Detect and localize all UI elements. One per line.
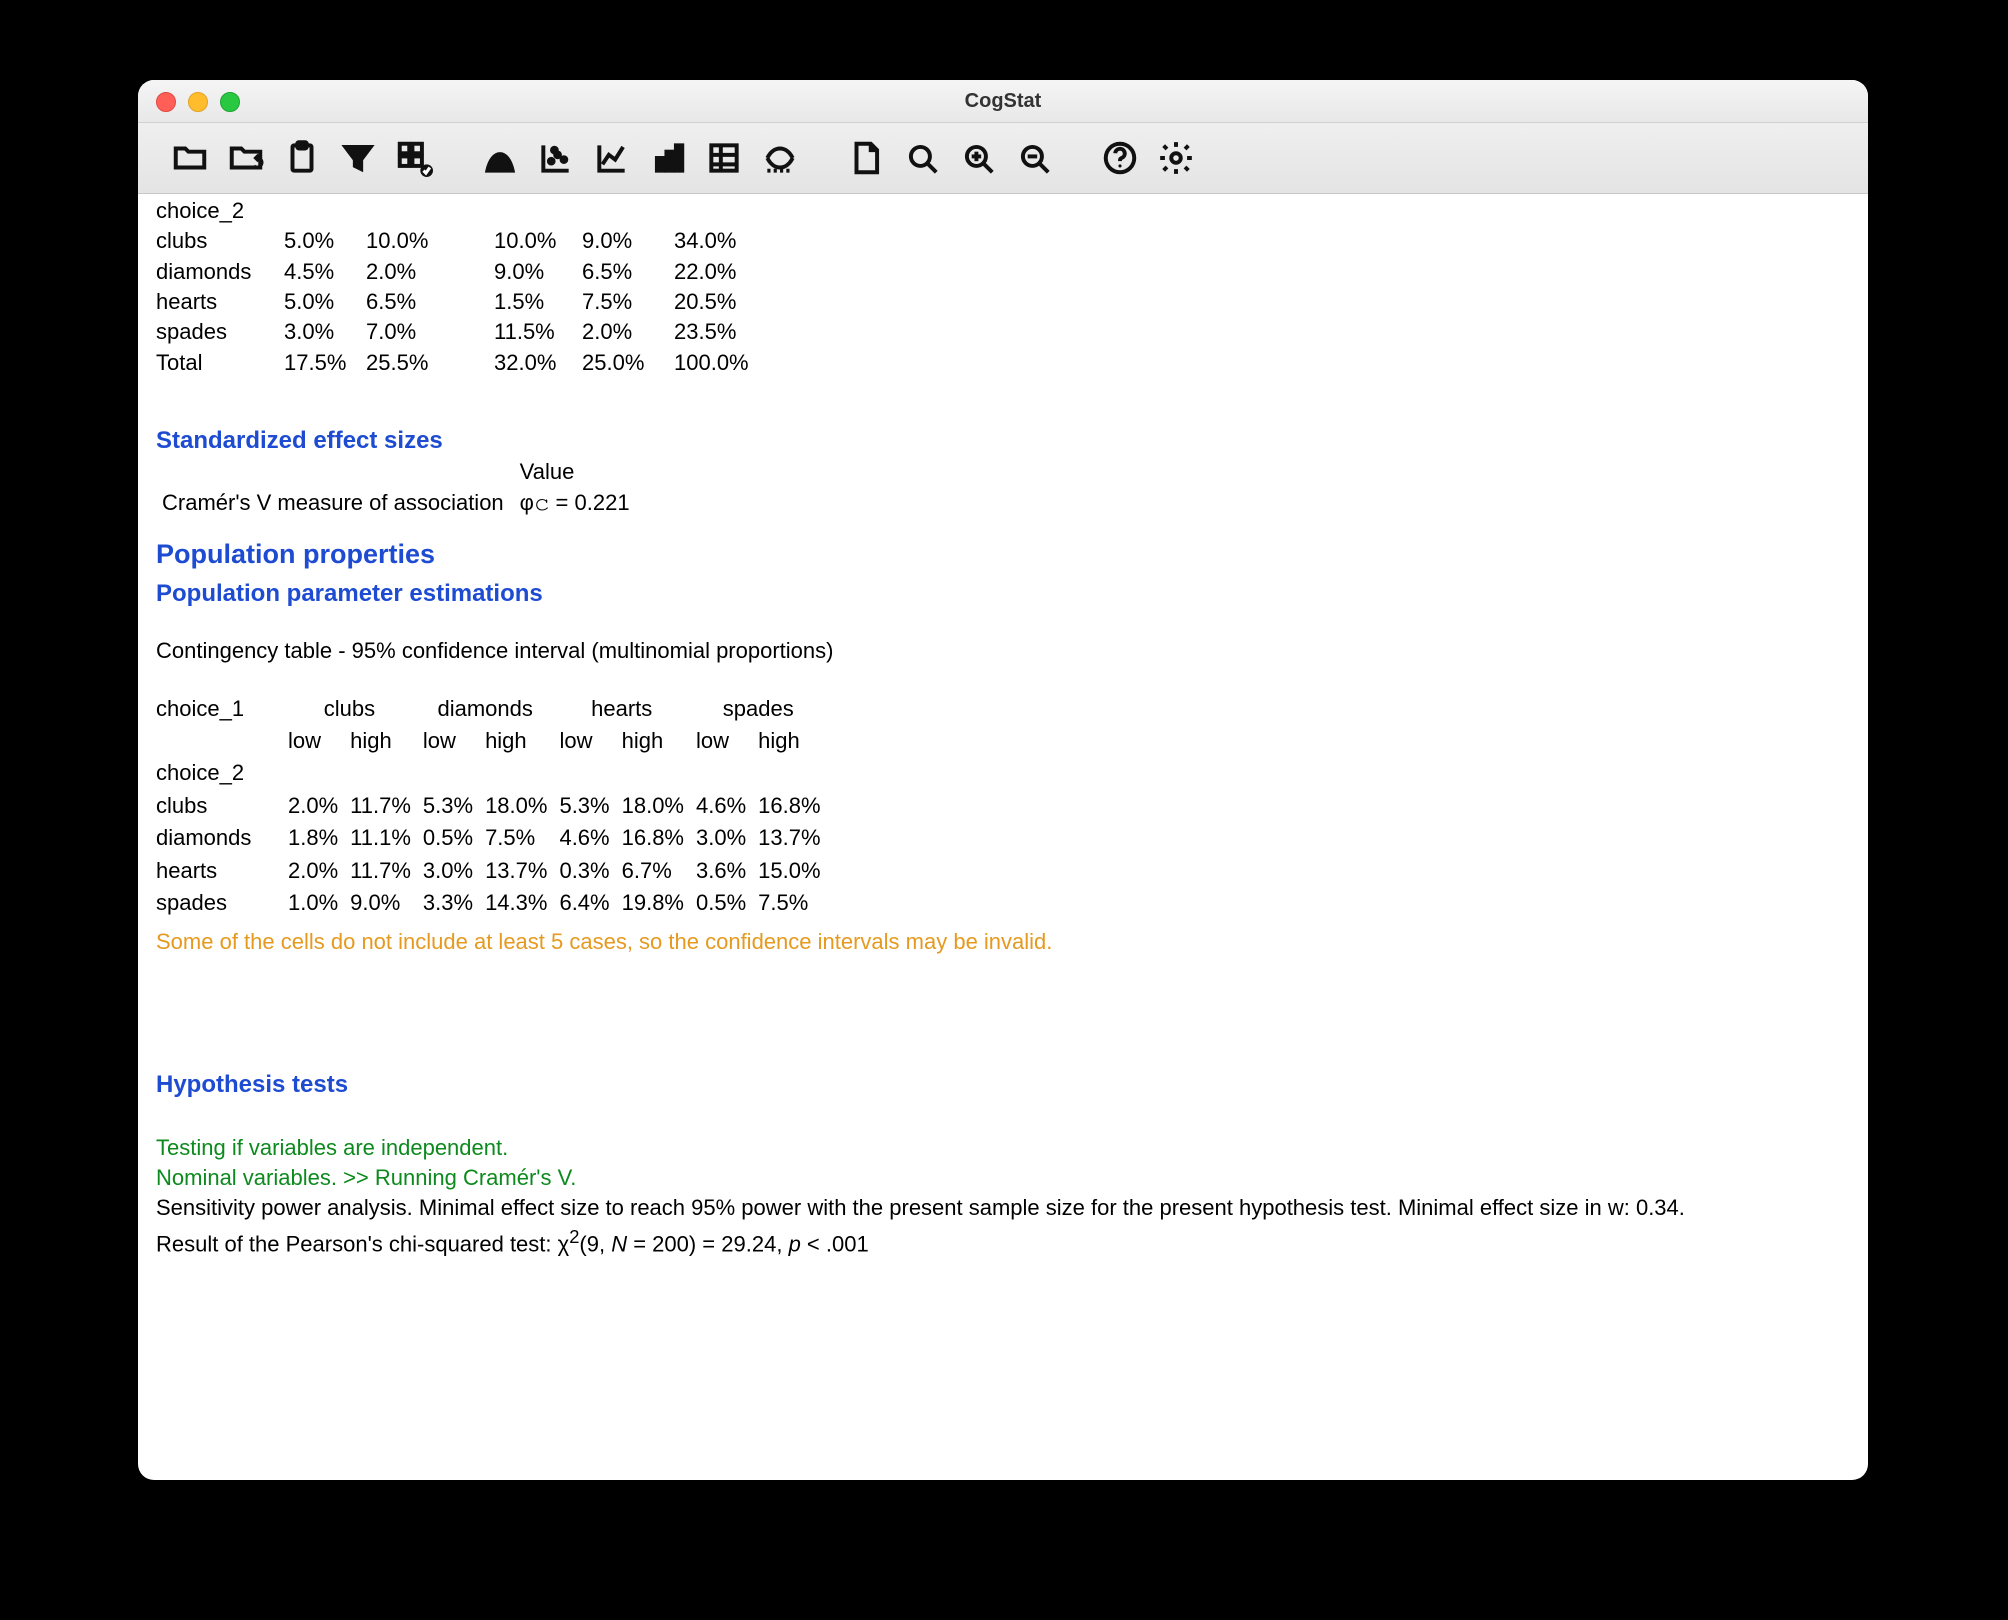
search-icon xyxy=(903,139,941,177)
filter-icon xyxy=(339,139,377,177)
clipboard-button[interactable] xyxy=(274,130,330,186)
population-heading: Population properties xyxy=(156,536,1850,573)
regression-icon xyxy=(761,139,799,177)
boxplot-button[interactable] xyxy=(696,130,752,186)
distribution-icon xyxy=(481,139,519,177)
toolbar xyxy=(138,123,1868,194)
zoom-out-button[interactable] xyxy=(1006,130,1062,186)
bar-chart-icon xyxy=(649,139,687,177)
zoom-fit-button[interactable] xyxy=(894,130,950,186)
grid-icon xyxy=(395,139,433,177)
table-row: clubs5.0%10.0%10.0%9.0%34.0% xyxy=(156,226,757,256)
distribution-button[interactable] xyxy=(472,130,528,186)
app-window: CogStat choice_2 clubs5.0%10.0%10.0%9.0%… xyxy=(138,80,1868,1480)
value-header: Value xyxy=(514,457,640,487)
line-chart-button[interactable] xyxy=(584,130,640,186)
table-row: hearts5.0%6.5%1.5%7.5%20.5% xyxy=(156,287,757,317)
ci-table: choice_1 clubs diamonds hearts spades lo… xyxy=(156,693,833,920)
title-bar: CogStat xyxy=(138,80,1868,123)
table-row: clubs2.0%11.7%5.3%18.0%5.3%18.0%4.6%16.8… xyxy=(156,790,833,822)
help-button[interactable] xyxy=(1092,130,1148,186)
zoom-in-button[interactable] xyxy=(950,130,1006,186)
settings-button[interactable] xyxy=(1148,130,1204,186)
hypothesis-heading: Hypothesis tests xyxy=(156,1068,1850,1101)
effect-measure-value: φ𝚌 = 0.221 xyxy=(514,488,640,518)
line-chart-icon xyxy=(593,139,631,177)
reload-folder-button[interactable] xyxy=(218,130,274,186)
table-row: diamonds4.5%2.0%9.0%6.5%22.0% xyxy=(156,257,757,287)
population-sub-heading: Population parameter estimations xyxy=(156,577,1850,610)
ci-table-title: Contingency table - 95% confidence inter… xyxy=(156,636,1850,666)
table-row: spades3.0%7.0%11.5%2.0%23.5% xyxy=(156,317,757,347)
gear-icon xyxy=(1157,139,1195,177)
folder-icon xyxy=(171,139,209,177)
table-row: Total17.5%25.5%32.0%25.0%100.0% xyxy=(156,348,757,378)
output-pane[interactable]: choice_2 clubs5.0%10.0%10.0%9.0%34.0% di… xyxy=(138,194,1868,1271)
open-folder-button[interactable] xyxy=(162,130,218,186)
page-icon xyxy=(847,139,885,177)
contingency-table: clubs5.0%10.0%10.0%9.0%34.0% diamonds4.5… xyxy=(156,226,757,378)
table-row: spades1.0%9.0%3.3%14.3%6.4%19.8%0.5%7.5% xyxy=(156,887,833,919)
contingency-row-label: choice_2 xyxy=(156,196,1850,226)
zoom-in-icon xyxy=(959,139,997,177)
help-icon xyxy=(1101,139,1139,177)
window-title: CogStat xyxy=(138,90,1868,113)
filter-button[interactable] xyxy=(330,130,386,186)
effect-sizes-heading: Standardized effect sizes xyxy=(156,424,1850,457)
zoom-out-icon xyxy=(1015,139,1053,177)
table-row: hearts2.0%11.7%3.0%13.7%0.3%6.7%3.6%15.0… xyxy=(156,855,833,887)
clipboard-icon xyxy=(283,139,321,177)
chi-square-result: Result of the Pearson's chi-squared test… xyxy=(156,1224,1850,1260)
scatter-button[interactable] xyxy=(528,130,584,186)
bar-chart-button[interactable] xyxy=(640,130,696,186)
pivot-button[interactable] xyxy=(386,130,442,186)
folder-refresh-icon xyxy=(227,139,265,177)
effect-size-table: Value Cramér's V measure of association … xyxy=(156,457,640,518)
sensitivity-line: Sensitivity power analysis. Minimal effe… xyxy=(156,1193,1850,1223)
scatter-icon xyxy=(537,139,575,177)
hypothesis-line1: Testing if variables are independent. xyxy=(156,1133,1850,1163)
regression-button[interactable] xyxy=(752,130,808,186)
effect-measure-label: Cramér's V measure of association xyxy=(156,488,514,518)
ci-warning: Some of the cells do not include at leas… xyxy=(156,927,1850,957)
table-row: diamonds1.8%11.1%0.5%7.5%4.6%16.8%3.0%13… xyxy=(156,822,833,854)
new-page-button[interactable] xyxy=(838,130,894,186)
boxplot-icon xyxy=(705,139,743,177)
hypothesis-line2: Nominal variables. >> Running Cramér's V… xyxy=(156,1163,1850,1193)
